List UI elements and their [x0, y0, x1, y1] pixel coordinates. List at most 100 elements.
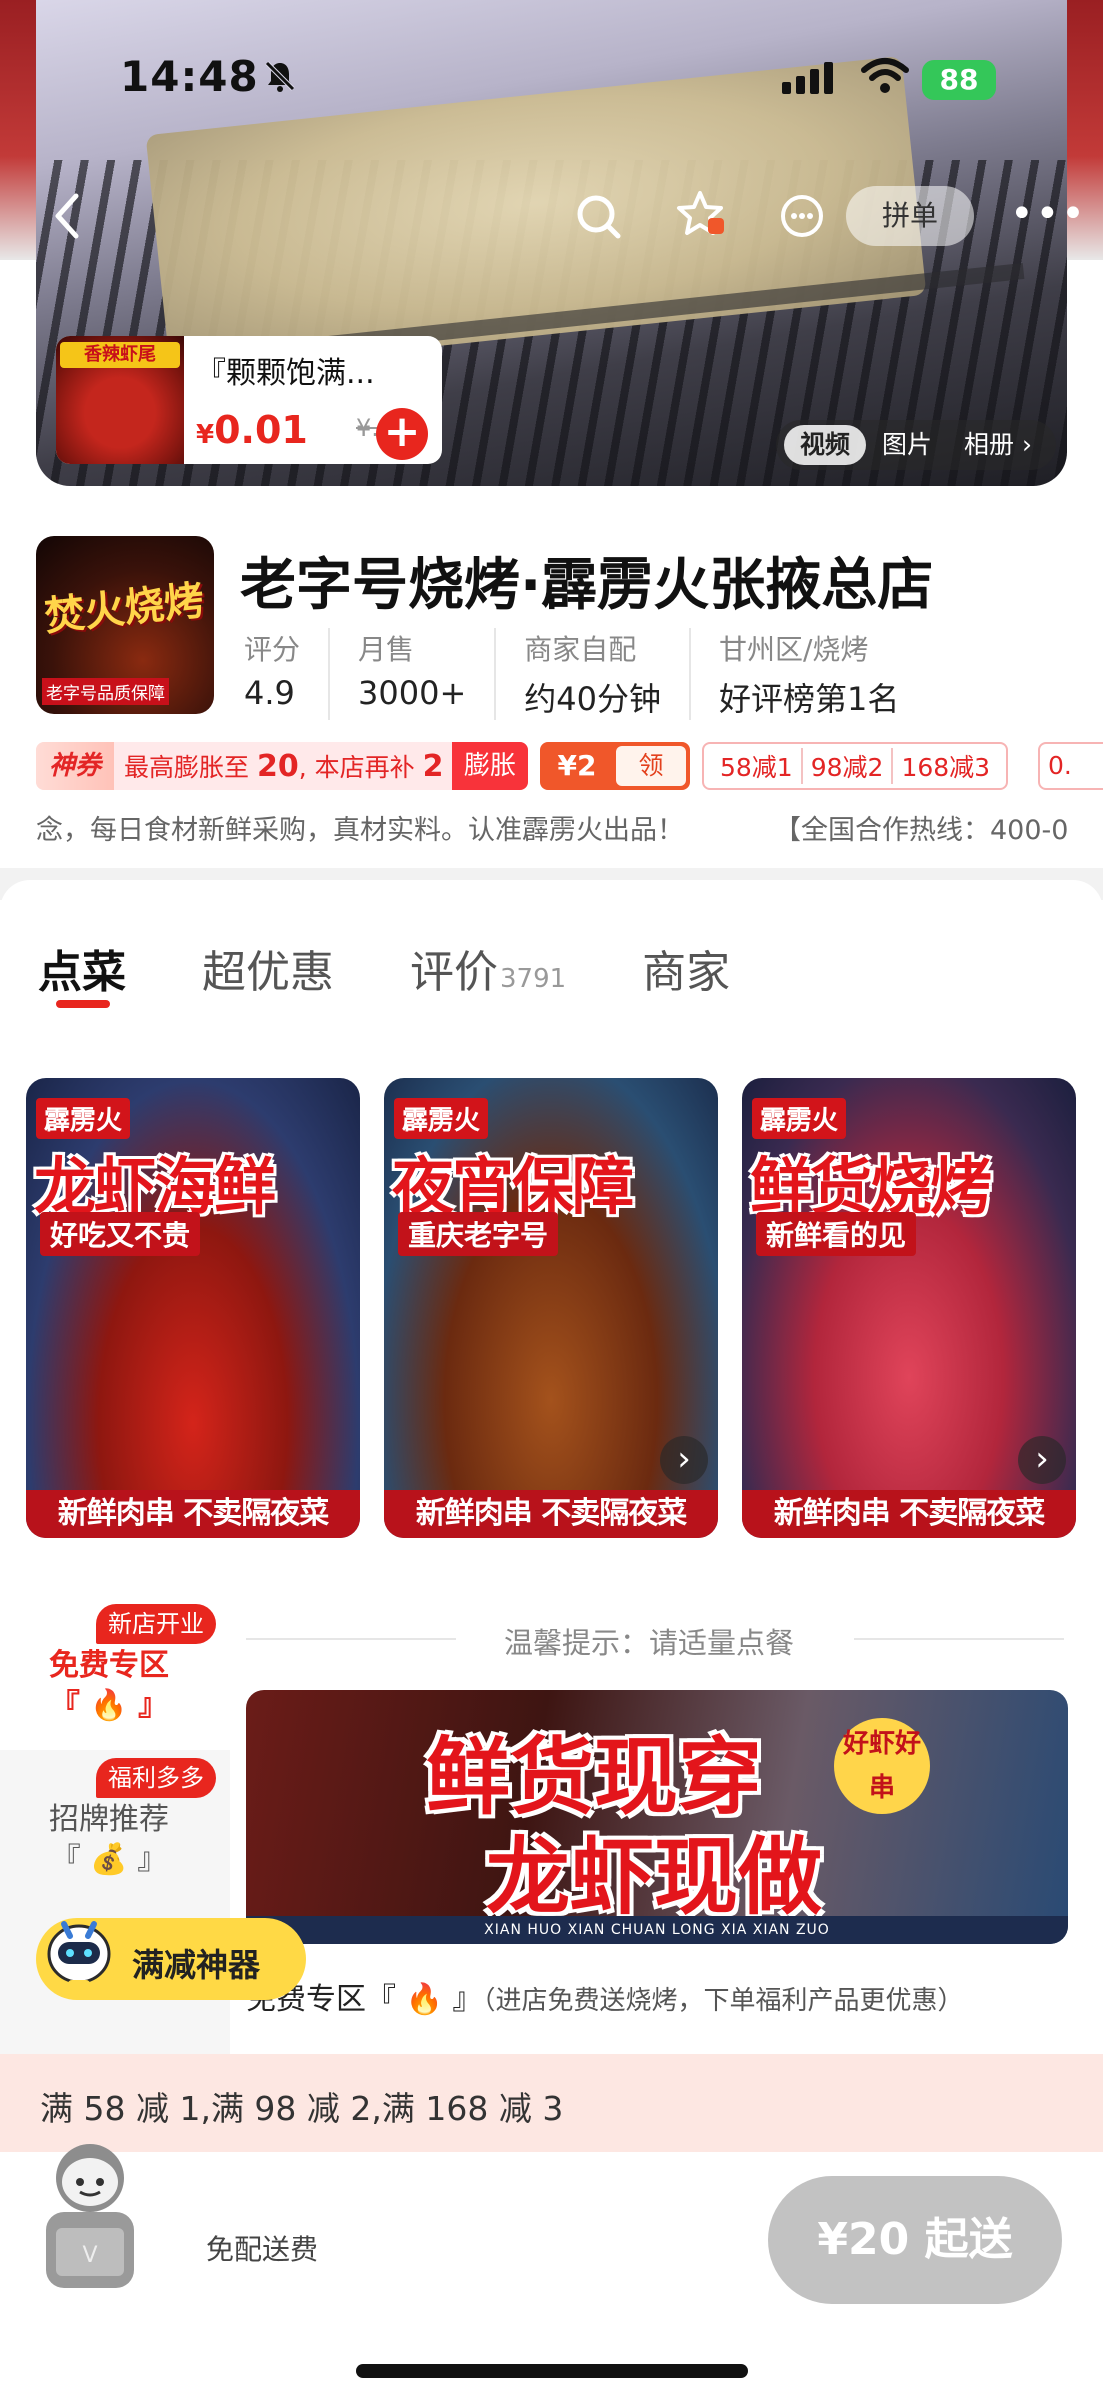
coupon-text: 最高膨胀至 20, 本店再补 2: [124, 748, 443, 784]
shop-logo[interactable]: 焚火烧烤 老字号品质保障: [36, 536, 214, 714]
stat-label: 商家自配: [524, 633, 637, 666]
order-tip: 温馨提示：请适量点餐: [504, 1626, 795, 1660]
cart-mascot-icon[interactable]: V: [30, 2128, 150, 2308]
review-count: 3791: [500, 964, 567, 994]
stat-value: 约40分钟: [524, 680, 661, 718]
tab-reviews[interactable]: 评价3791: [410, 936, 566, 1000]
banner-footer: 新鲜肉串 不卖隔夜菜: [26, 1490, 360, 1538]
menu-tabs: 点菜 超优惠 评价3791 商家: [38, 936, 806, 1000]
cellular-signal-icon: [782, 62, 833, 94]
favorite-star-icon[interactable]: [674, 188, 726, 240]
more-options-icon[interactable]: •••: [1010, 194, 1085, 238]
banner-late-night[interactable]: 霹雳火 夜宵保障 重庆老字号 新鲜肉串 不卖隔夜菜 ›: [384, 1078, 718, 1538]
category-badge: 新店开业: [96, 1604, 216, 1644]
banner-bbq[interactable]: 霹雳火 鲜货烧烤 新鲜看的见 新鲜肉串 不卖隔夜菜 ›: [742, 1078, 1076, 1538]
chevron-right-icon[interactable]: ›: [660, 1436, 708, 1484]
active-tab-indicator: [56, 1000, 110, 1008]
small-coupon-amount: ¥2: [557, 749, 597, 782]
mute-bell-icon: [265, 61, 295, 92]
message-bubble-icon[interactable]: [776, 190, 828, 242]
product-price: ¥0.01: [196, 408, 308, 452]
tab-label: 超优惠: [202, 947, 334, 998]
tip-divider: [246, 1638, 456, 1640]
expand-coupon-button[interactable]: 膨胀: [452, 742, 528, 790]
section-desc: （进店免费送烧烤，下单福利产品更优惠）: [482, 1986, 964, 2016]
banner-seafood[interactable]: 霹雳火 龙虾海鲜 好吃又不贵 新鲜肉串 不卖隔夜菜: [26, 1078, 360, 1538]
stat-value: 3000+: [358, 674, 467, 712]
category-free-zone[interactable]: 免费专区: [0, 1646, 224, 1686]
logo-subtext: 老字号品质保障: [42, 678, 169, 705]
logo-text: 焚火烧烤: [42, 577, 207, 641]
stat-label: 评分: [244, 633, 301, 666]
coupon-mid: , 本店再补: [298, 753, 415, 782]
group-order-button[interactable]: 拼单: [846, 186, 974, 246]
back-arrow-icon[interactable]: [48, 190, 88, 242]
coupon-amount-2: 2: [422, 749, 444, 784]
section-header: 免费专区『 🔥 』（进店免费送烧烤，下单福利产品更优惠）: [246, 1974, 963, 2018]
small-coupon[interactable]: ¥2 领: [540, 742, 690, 790]
thumbnail-label: 香辣虾尾: [60, 342, 180, 368]
full-reduction-text: 满 58 减 1,满 98 减 2,满 168 减 3: [40, 2089, 564, 2128]
search-icon[interactable]: [572, 190, 624, 242]
banner-subtitle: 重庆老字号: [398, 1212, 559, 1256]
category-emoji: 『 🔥 』: [49, 1688, 169, 1723]
product-title: 『颗颗饱满...: [196, 356, 375, 391]
shop-stats: 评分 4.9 月售 3000+ 商家自配 约40分钟 甘州区/烧烤 好评榜第1名: [244, 628, 955, 720]
robot-mascot-icon: [47, 1921, 111, 1990]
stat-monthly-sales: 月售 3000+: [358, 628, 497, 720]
chevron-right-icon[interactable]: ›: [1018, 1436, 1066, 1484]
coupon-prefix: 最高膨胀至: [124, 753, 250, 782]
stat-label: 甘州区/烧烤: [719, 633, 869, 666]
banner-brand: 霹雳火: [36, 1098, 131, 1139]
discount-tiers[interactable]: 58减1 98减2 168减3: [702, 742, 1009, 790]
tab-order[interactable]: 点菜: [38, 936, 126, 1000]
shop-name: 老字号烧烤·霹雳火张掖总店: [240, 553, 934, 618]
status-time: 14:48: [120, 52, 259, 101]
discount-tier: 58减1: [712, 748, 803, 784]
super-coupon[interactable]: 神券 最高膨胀至 20, 本店再补 2 膨胀: [36, 742, 528, 790]
claim-coupon-button[interactable]: 领: [616, 746, 686, 786]
helper-label: 满减神器: [132, 1946, 261, 1984]
minimum-order-button[interactable]: ¥20 起送: [768, 2176, 1062, 2304]
coupon-tag: 神券: [36, 742, 114, 790]
media-tab-photos[interactable]: 图片: [866, 425, 948, 465]
media-tab-video[interactable]: 视频: [784, 425, 867, 465]
banner-subtitle: 好吃又不贵: [40, 1212, 201, 1256]
tab-merchant[interactable]: 商家: [642, 936, 730, 1000]
shop-notice[interactable]: 念，每日食材新鲜采购，真材实料。认准霹雳火出品！: [36, 808, 684, 847]
banner-footer: 新鲜肉串 不卖隔夜菜: [384, 1490, 718, 1538]
price-value: 0.01: [214, 408, 308, 452]
discount-tier-more[interactable]: 0.: [1038, 742, 1103, 790]
banner-footer: 新鲜肉串 不卖隔夜菜: [742, 1490, 1076, 1538]
tip-divider: [854, 1638, 1064, 1640]
stat-ranking[interactable]: 甘州区/烧烤 好评榜第1名: [719, 628, 927, 720]
stat-rating[interactable]: 评分 4.9: [244, 628, 331, 720]
stat-value: 好评榜第1名: [719, 680, 900, 718]
category-emoji: 『 💰 』: [50, 1842, 168, 1877]
stat-label: 月售: [358, 633, 415, 666]
product-thumbnail: 香辣虾尾: [56, 336, 184, 464]
media-tab-album[interactable]: 相册 ›: [948, 425, 1048, 465]
shop-hotline[interactable]: 【全国合作热线：400-0: [774, 808, 1068, 847]
battery-indicator: 88: [922, 60, 996, 100]
discount-tier: 168减3: [901, 753, 991, 782]
wifi-icon: [861, 58, 909, 93]
banner-brand: 霹雳火: [394, 1098, 489, 1139]
category-signature[interactable]: 招牌推荐: [0, 1800, 224, 1840]
promo-footer: XIAN HUO XIAN CHUAN LONG XIA XIAN ZUO: [246, 1916, 1068, 1944]
promo-banner[interactable]: 鲜货现穿 龙虾现做 好虾好串 XIAN HUO XIAN CHUAN LONG …: [246, 1690, 1068, 1944]
chevron-right-icon: ›: [1014, 430, 1032, 459]
coupon-row: 神券 最高膨胀至 20, 本店再补 2 膨胀 ¥2 领 58减1 98减2 16…: [36, 742, 1103, 790]
banner-subtitle: 新鲜看的见: [756, 1212, 917, 1256]
coupon-amount-1: 20: [256, 749, 299, 784]
home-indicator[interactable]: [356, 2364, 748, 2378]
media-tab-album-label: 相册: [964, 430, 1015, 459]
menu-card-top: [0, 880, 1103, 920]
promo-badge: 好虾好串: [834, 1718, 930, 1814]
media-tabs: 视频 图片 相册 ›: [776, 420, 1056, 470]
tab-deals[interactable]: 超优惠: [202, 936, 334, 1000]
delivery-fee-label: 免配送费: [206, 2233, 319, 2266]
stat-delivery-time: 商家自配 约40分钟: [524, 628, 691, 720]
tab-label: 点菜: [38, 947, 126, 998]
add-to-cart-button[interactable]: +: [376, 408, 428, 460]
